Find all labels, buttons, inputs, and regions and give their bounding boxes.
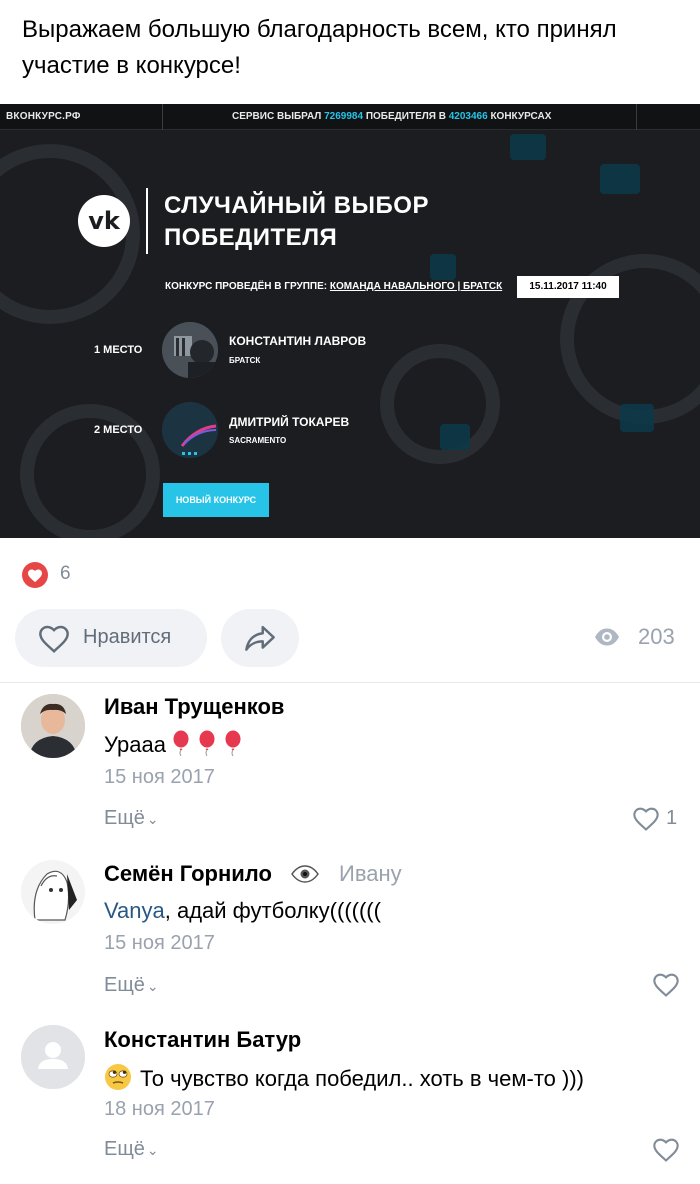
eye-icon: [291, 865, 319, 883]
background-decoration: [430, 254, 456, 280]
comment-date: 15 ноя 2017: [104, 932, 215, 954]
likes-count[interactable]: 6: [60, 563, 71, 585]
post-text: Выражаем большую благодарность всем, кто…: [22, 16, 617, 79]
comment-more-button[interactable]: Ещё ⌄: [104, 807, 159, 830]
background-decoration: [600, 164, 640, 194]
site-name: ВКОНКУРС.РФ: [6, 111, 81, 122]
chevron-down-icon: ⌄: [146, 811, 159, 827]
comment-more-label: Ещё: [104, 974, 145, 996]
background-decoration: [620, 404, 654, 432]
share-button[interactable]: [221, 609, 299, 667]
chevron-down-icon: ⌄: [146, 978, 159, 994]
contest-topbar: ВКОНКУРС.РФ СЕРВИС ВЫБРАЛ 7269984 ПОБЕДИ…: [0, 104, 700, 130]
comment-text-body: Урааа: [104, 731, 166, 757]
winner-city-1: БРАТСК: [229, 356, 261, 365]
winner-city-2: SACRAMENTO: [229, 436, 287, 445]
stats-suffix: КОНКУРСАХ: [487, 111, 552, 122]
heart-outline-icon: [39, 625, 69, 653]
comment-text-body: То чувство когда победил.. хоть в чем-то…: [140, 1065, 584, 1091]
place-label-2: 2 МЕСТО: [94, 424, 143, 436]
balloon-icon: [222, 730, 244, 762]
winners-total: 7269984: [324, 111, 364, 122]
reply-to[interactable]: Ивану: [339, 861, 402, 887]
comment-text: То чувство когда победил.. хоть в чем-то…: [104, 1063, 584, 1097]
balloon-icon: [196, 730, 218, 762]
background-decoration: [440, 424, 470, 450]
background-decoration: [510, 134, 546, 160]
divider: [0, 682, 700, 683]
like-button[interactable]: Нравится: [15, 609, 207, 667]
group-link[interactable]: КОМАНДА НАВАЛЬНОГО | БРАТСК: [330, 281, 502, 292]
chevron-down-icon: ⌄: [146, 1142, 159, 1158]
comment-date: 18 ноя 2017: [104, 1098, 215, 1120]
place-label-1: 1 МЕСТО: [94, 344, 143, 356]
winner-avatar-1[interactable]: [162, 322, 218, 378]
comment-more-label: Ещё: [104, 807, 145, 829]
rolling-eyes-face-icon: [104, 1063, 132, 1097]
eye-icon: [595, 628, 619, 646]
comment-like-count: 1: [666, 807, 678, 829]
avatar[interactable]: [21, 860, 85, 924]
contests-total: 4203466: [448, 111, 488, 122]
heart-outline-icon[interactable]: [652, 972, 680, 998]
comment-text: Vanya, адай футболку(((((((: [104, 898, 381, 924]
comment-text-body: , адай футболку(((((((: [164, 898, 381, 923]
contest-result-image[interactable]: ВКОНКУРС.РФ СЕРВИС ВЫБРАЛ 7269984 ПОБЕДИ…: [0, 104, 700, 538]
logo-divider: [146, 188, 148, 254]
balloon-icon: [170, 730, 192, 762]
heart-outline-icon[interactable]: [632, 806, 660, 832]
views-count: 203: [638, 624, 675, 649]
comment-author[interactable]: Семён Горнило: [104, 861, 272, 887]
heart-icon[interactable]: [22, 562, 48, 588]
winner-avatar-2[interactable]: [162, 402, 218, 458]
topbar-divider: [162, 104, 163, 130]
comment-more-label: Ещё: [104, 1138, 145, 1160]
service-stats: СЕРВИС ВЫБРАЛ 7269984 ПОБЕДИТЕЛЯ В 42034…: [232, 111, 551, 122]
comment-author[interactable]: Константин Батур: [104, 1027, 301, 1053]
stats-middle: ПОБЕДИТЕЛЯ В: [363, 111, 449, 122]
comment-author[interactable]: Иван Трущенков: [104, 694, 284, 720]
share-icon: [245, 625, 275, 651]
winner-name-1[interactable]: КОНСТАНТИН ЛАВРОВ: [229, 334, 366, 348]
comment-text: Урааа: [104, 730, 244, 762]
comment-more-button[interactable]: Ещё ⌄: [104, 974, 159, 997]
mention-link[interactable]: Vanya: [104, 898, 165, 923]
topbar-divider: [636, 104, 637, 130]
contest-info: КОНКУРС ПРОВЕДЁН В ГРУППЕ: КОМАНДА НАВАЛ…: [165, 281, 502, 292]
vk-logo: vk: [78, 195, 130, 247]
new-contest-button[interactable]: НОВЫЙ КОНКУРС: [163, 483, 269, 517]
heart-outline-icon[interactable]: [652, 1137, 680, 1163]
contest-info-prefix: КОНКУРС ПРОВЕДЁН В ГРУППЕ:: [165, 281, 330, 292]
comment-more-button[interactable]: Ещё ⌄: [104, 1138, 159, 1161]
comment-date: 15 ноя 2017: [104, 766, 215, 788]
stats-prefix: СЕРВИС ВЫБРАЛ: [232, 111, 325, 122]
avatar[interactable]: [21, 1025, 85, 1089]
contest-heading: СЛУЧАЙНЫЙ ВЫБОР ПОБЕДИТЕЛЯ: [164, 192, 429, 251]
contest-date: 15.11.2017 11:40: [517, 276, 619, 298]
avatar[interactable]: [21, 694, 85, 758]
like-button-label: Нравится: [83, 626, 172, 648]
winner-name-2[interactable]: ДМИТРИЙ ТОКАРЕВ: [229, 415, 349, 429]
